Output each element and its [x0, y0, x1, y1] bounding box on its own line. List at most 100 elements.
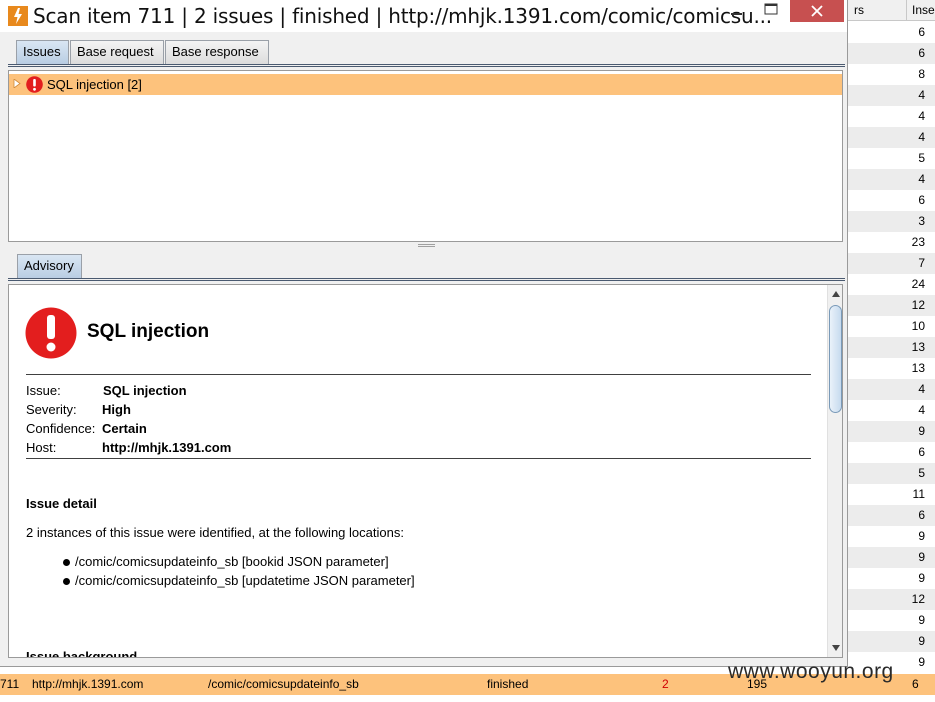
background-table-row[interactable]: 9	[848, 526, 935, 547]
minimize-button[interactable]	[726, 0, 748, 22]
background-table-row[interactable]: 9	[848, 610, 935, 631]
tab-base-request[interactable]: Base request	[70, 40, 164, 64]
row-id: 711	[0, 677, 20, 691]
insertion-count: 4	[918, 130, 925, 144]
background-table-row[interactable]: 9	[848, 631, 935, 652]
insertion-count: 9	[918, 424, 925, 438]
close-button[interactable]	[790, 0, 844, 22]
advisory-tab-divider	[8, 278, 845, 281]
row-status: finished	[487, 677, 529, 691]
field-value-confidence: Certain	[102, 421, 147, 436]
background-table-row[interactable]: 6	[848, 505, 935, 526]
column-header-requests[interactable]: rs	[854, 3, 864, 17]
background-table-row[interactable]: 6	[848, 22, 935, 43]
tab-divider	[8, 64, 845, 67]
background-table-row[interactable]: 9	[848, 547, 935, 568]
scroll-down-arrow-icon[interactable]	[832, 645, 840, 651]
tab-base-response[interactable]: Base response	[165, 40, 269, 64]
background-table-row[interactable]: 5	[848, 463, 935, 484]
column-header-insertion[interactable]: Inse	[912, 3, 935, 17]
location-list-item: /comic/comicsupdateinfo_sb [updatetime J…	[63, 573, 415, 588]
high-severity-large-icon	[25, 307, 77, 359]
background-table-row[interactable]	[0, 695, 935, 702]
background-table-row[interactable]: 5	[848, 148, 935, 169]
background-table-row[interactable]: 10	[848, 316, 935, 337]
insertion-count: 9	[918, 634, 925, 648]
window-title: Scan item 711 | 2 issues | finished | ht…	[33, 4, 772, 28]
insertion-count: 4	[918, 172, 925, 186]
maximize-button[interactable]	[760, 0, 782, 22]
background-table-row[interactable]: 4	[848, 127, 935, 148]
insertion-count: 9	[918, 655, 925, 669]
location-text: /comic/comicsupdateinfo_sb [updatetime J…	[75, 573, 415, 588]
row-path: /comic/comicsupdateinfo_sb	[208, 677, 359, 691]
insertion-count: 5	[918, 466, 925, 480]
field-label-issue: Issue:	[26, 383, 61, 398]
field-value-severity: High	[102, 402, 131, 417]
advisory-tab-strip: Advisory	[0, 250, 847, 278]
background-table-row[interactable]: 11	[848, 484, 935, 505]
insertion-count: 9	[918, 550, 925, 564]
field-label-host: Host:	[26, 440, 57, 455]
insertion-count: 5	[918, 151, 925, 165]
insertion-count: 4	[918, 109, 925, 123]
background-table-row[interactable]: 24	[848, 274, 935, 295]
insertion-count: 3	[918, 214, 925, 228]
insertion-count: 6	[918, 46, 925, 60]
advisory-title: SQL injection	[87, 321, 210, 342]
insertion-count: 6	[918, 25, 925, 39]
background-table-row[interactable]: 23	[848, 232, 935, 253]
insertion-count: 6	[918, 508, 925, 522]
advisory-content: SQL injection Issue: SQL injection Sever…	[9, 285, 827, 657]
background-table-row[interactable]: 6	[848, 442, 935, 463]
vertical-scrollbar[interactable]	[827, 285, 842, 657]
background-table-row[interactable]: 9	[848, 421, 935, 442]
issues-tree: SQL injection [2]	[8, 70, 843, 242]
row-insertion: 6	[912, 677, 919, 691]
background-table-row[interactable]: 4	[848, 400, 935, 421]
title-bar[interactable]: Scan item 711 | 2 issues | finished | ht…	[0, 0, 847, 32]
issue-label: SQL injection [2]	[47, 77, 142, 92]
background-table-row[interactable]: 9	[848, 568, 935, 589]
background-table-row[interactable]: 4	[848, 169, 935, 190]
scroll-up-arrow-icon[interactable]	[832, 291, 840, 297]
column-divider[interactable]	[906, 0, 907, 21]
location-list-item: /comic/comicsupdateinfo_sb [bookid JSON …	[63, 554, 389, 569]
location-text: /comic/comicsupdateinfo_sb [bookid JSON …	[75, 554, 389, 569]
background-table-row[interactable]: 13	[848, 337, 935, 358]
background-table-row[interactable]: 8	[848, 64, 935, 85]
background-table-row[interactable]: 4	[848, 379, 935, 400]
splitter-grip[interactable]	[418, 244, 435, 247]
expand-arrow-icon[interactable]	[13, 79, 21, 88]
insertion-count: 4	[918, 88, 925, 102]
field-value-issue: SQL injection	[103, 383, 187, 398]
insertion-count: 13	[911, 340, 925, 354]
scan-item-dialog: Scan item 711 | 2 issues | finished | ht…	[0, 0, 848, 667]
row-host: http://mhjk.1391.com	[32, 677, 144, 691]
background-table-row[interactable]: 4	[848, 106, 935, 127]
issue-tree-row[interactable]: SQL injection [2]	[9, 74, 842, 95]
insertion-count: 10	[911, 319, 925, 333]
top-tab-strip: Issues Base request Base response	[0, 36, 847, 64]
divider	[26, 374, 811, 375]
background-table-row[interactable]: 6	[848, 43, 935, 64]
tab-issues[interactable]: Issues	[16, 40, 69, 64]
background-table-row[interactable]: 4	[848, 85, 935, 106]
background-table-row[interactable]: 7	[848, 253, 935, 274]
screen: rs Inse 6 6 8 4 4 4 5 4 6 3 23 7 24 12 10 13 13 4 4 9 6 5 11 6 9…	[0, 0, 935, 702]
scrollbar-thumb[interactable]	[829, 305, 842, 413]
pane-splitter[interactable]	[0, 243, 847, 248]
field-label-confidence: Confidence:	[26, 421, 96, 436]
insertion-count: 9	[918, 529, 925, 543]
background-table-row[interactable]: 3	[848, 211, 935, 232]
background-table-row[interactable]: 13	[848, 358, 935, 379]
background-table-row[interactable]: 12	[848, 295, 935, 316]
tab-advisory[interactable]: Advisory	[17, 254, 82, 278]
background-table-row[interactable]: 12	[848, 589, 935, 610]
insertion-count: 13	[911, 361, 925, 375]
background-table-header: rs Inse	[848, 0, 935, 21]
field-value-host: http://mhjk.1391.com	[102, 440, 232, 455]
background-table-row[interactable]: 6	[848, 190, 935, 211]
insertion-count: 6	[918, 193, 925, 207]
insertion-count: 7	[918, 256, 925, 270]
